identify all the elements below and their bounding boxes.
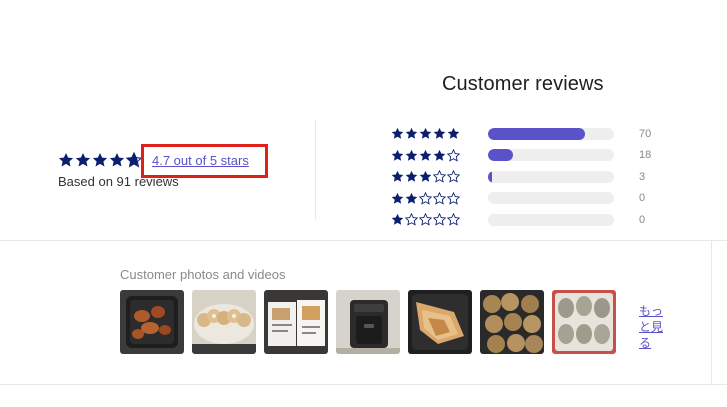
highlight-annotation-box bbox=[141, 144, 268, 178]
photo-thumbnail[interactable] bbox=[120, 290, 184, 354]
horizontal-divider bbox=[0, 384, 727, 385]
rating-summary: 4.7 out of 5 stars Based on 91 reviews bbox=[58, 144, 268, 189]
rating-histogram: 70 18 3 0 0 bbox=[391, 123, 651, 231]
star-full-icon bbox=[391, 171, 404, 183]
rating-row-1-star[interactable]: 0 bbox=[391, 209, 651, 231]
star-empty-icon bbox=[447, 191, 460, 205]
rating-count: 0 bbox=[639, 213, 646, 226]
star-empty-icon bbox=[405, 213, 418, 226]
customer-reviews-section: Customer reviews 4.7 out of 5 stars Base… bbox=[0, 0, 727, 407]
vertical-divider bbox=[711, 240, 712, 385]
star-empty-icon bbox=[433, 191, 446, 205]
photo-air-fryer-unit bbox=[336, 290, 400, 354]
photo-thumbnail[interactable] bbox=[264, 290, 328, 354]
star-full-icon bbox=[419, 171, 432, 183]
photo-thumbnail[interactable] bbox=[336, 290, 400, 354]
section-title: Customer reviews bbox=[442, 73, 604, 95]
star-empty-icon bbox=[433, 213, 446, 226]
star-rating bbox=[391, 213, 488, 226]
rating-bar bbox=[488, 170, 614, 183]
photo-thumbnail[interactable] bbox=[408, 290, 472, 354]
rating-row-2-star[interactable]: 0 bbox=[391, 188, 651, 210]
star-full-icon bbox=[419, 128, 432, 140]
media-section-label: Customer photos and videos bbox=[120, 267, 286, 282]
rating-bar bbox=[488, 149, 614, 162]
star-full-icon bbox=[447, 128, 460, 140]
star-full-icon bbox=[405, 128, 418, 140]
star-full-icon bbox=[391, 214, 404, 226]
photo-breaded-patties bbox=[552, 290, 616, 354]
photo-air-fryer-basket bbox=[120, 290, 184, 354]
photo-thumbnail[interactable] bbox=[552, 290, 616, 354]
photo-lotus-root-dish bbox=[192, 290, 256, 354]
star-empty-icon bbox=[447, 148, 460, 162]
star-rating bbox=[391, 127, 488, 140]
star-full-icon bbox=[109, 153, 125, 167]
rating-count: 3 bbox=[639, 170, 646, 183]
rating-row-5-star[interactable]: 70 bbox=[391, 123, 651, 145]
media-thumbnails bbox=[120, 290, 616, 354]
star-empty-icon bbox=[419, 213, 432, 226]
star-rating bbox=[391, 191, 488, 205]
star-partial-icon bbox=[126, 152, 142, 168]
photo-thumbnail[interactable] bbox=[192, 290, 256, 354]
star-full-icon bbox=[391, 128, 404, 140]
rating-count: 0 bbox=[639, 192, 646, 205]
rating-bar bbox=[488, 127, 614, 140]
star-empty-icon bbox=[447, 213, 460, 226]
rating-bar-fill bbox=[488, 170, 493, 183]
rating-bar bbox=[488, 192, 614, 205]
rating-bar bbox=[488, 213, 614, 226]
horizontal-divider bbox=[0, 240, 727, 241]
star-full-icon bbox=[58, 153, 74, 167]
star-rating bbox=[391, 148, 488, 162]
photo-fried-balls bbox=[480, 290, 544, 354]
photo-thumbnail[interactable] bbox=[480, 290, 544, 354]
photo-grilled-fish bbox=[408, 290, 472, 354]
rating-row-4-star[interactable]: 18 bbox=[391, 145, 651, 167]
star-full-icon bbox=[433, 149, 446, 161]
star-empty-icon bbox=[447, 170, 460, 183]
rating-bar-fill bbox=[488, 127, 586, 140]
see-more-link[interactable]: もっと見る bbox=[639, 303, 667, 351]
star-full-icon bbox=[405, 192, 418, 204]
star-full-icon bbox=[419, 149, 432, 161]
average-star-rating bbox=[58, 152, 142, 168]
star-full-icon bbox=[75, 153, 91, 167]
rating-count: 70 bbox=[639, 127, 652, 140]
star-full-icon bbox=[391, 192, 404, 204]
star-empty-icon bbox=[433, 170, 446, 183]
rating-bar-fill bbox=[488, 149, 514, 162]
photo-recipe-booklet bbox=[264, 290, 328, 354]
star-full-icon bbox=[405, 171, 418, 183]
star-empty-icon bbox=[419, 191, 432, 205]
vertical-divider bbox=[315, 120, 316, 220]
star-full-icon bbox=[92, 153, 108, 167]
star-full-icon bbox=[391, 149, 404, 161]
star-full-icon bbox=[405, 149, 418, 161]
star-full-icon bbox=[433, 128, 446, 140]
rating-row-3-star[interactable]: 3 bbox=[391, 166, 651, 188]
rating-count: 18 bbox=[639, 149, 652, 162]
star-rating bbox=[391, 170, 488, 183]
